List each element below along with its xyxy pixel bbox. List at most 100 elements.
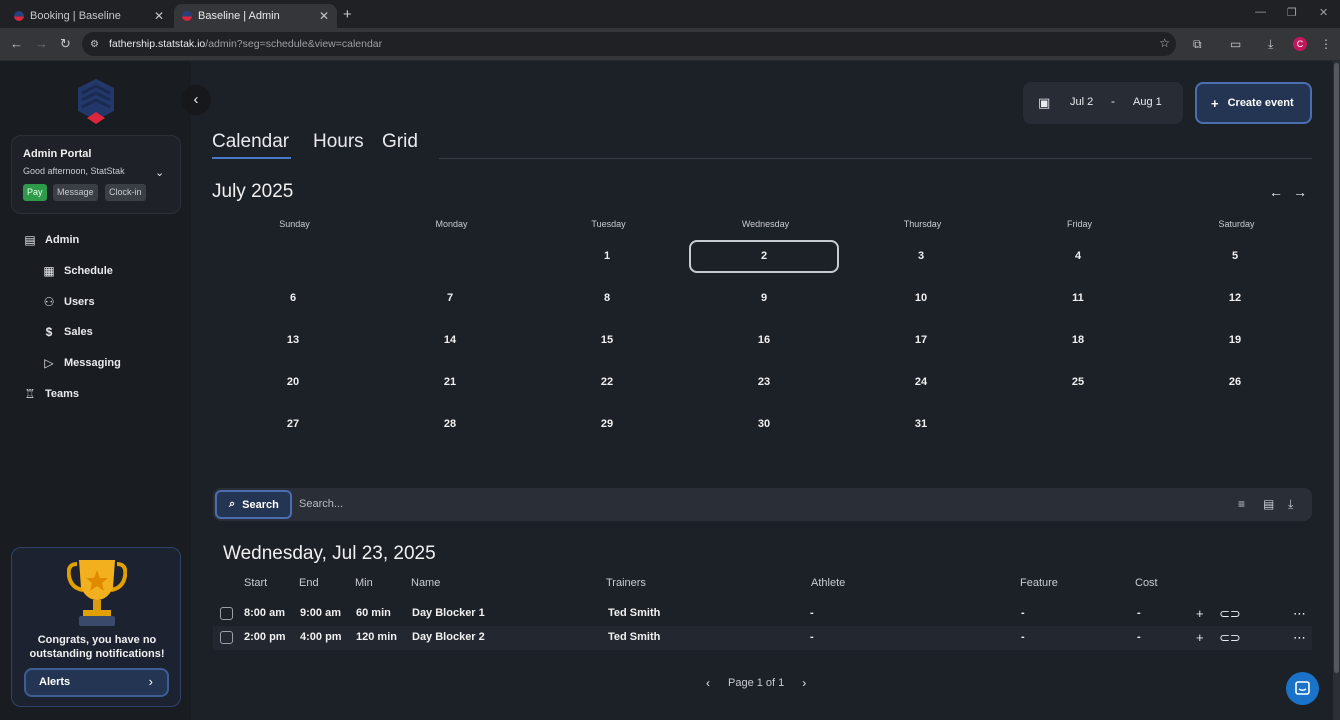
calendar-day[interactable]: 12 bbox=[1160, 282, 1310, 315]
calendar-day[interactable]: 17 bbox=[846, 324, 996, 357]
calendar-day[interactable]: 9 bbox=[689, 282, 839, 315]
add-icon[interactable]: + bbox=[1196, 606, 1204, 621]
link-icon[interactable]: ⊂⊃ bbox=[1219, 606, 1241, 622]
extensions-icon[interactable]: ⧉ bbox=[1193, 37, 1202, 52]
bookmark-star-icon[interactable]: ☆ bbox=[1159, 36, 1170, 50]
calendar-day[interactable]: 10 bbox=[846, 282, 996, 315]
calendar-day[interactable]: 28 bbox=[375, 408, 525, 441]
site-info-icon[interactable]: ⚙ bbox=[90, 39, 99, 50]
month-title: July 2025 bbox=[212, 181, 294, 202]
sidebar-item-users[interactable]: ⚇ Users bbox=[42, 295, 95, 309]
calendar-day[interactable]: 6 bbox=[218, 282, 368, 315]
profile-avatar[interactable]: C bbox=[1293, 37, 1307, 51]
row-checkbox[interactable] bbox=[220, 631, 233, 644]
previous-page-icon[interactable]: ‹ bbox=[706, 676, 710, 690]
sidebar-item-admin[interactable]: ▤ Admin bbox=[23, 233, 79, 247]
download-icon[interactable]: ⤓ bbox=[1288, 497, 1293, 512]
calendar-day[interactable]: 29 bbox=[532, 408, 682, 441]
weekday-header: Sunday bbox=[279, 219, 310, 229]
chevron-down-icon[interactable]: ⌄ bbox=[155, 166, 164, 179]
message-chip[interactable]: Message bbox=[53, 184, 98, 201]
menu-dots-icon[interactable]: ⋮ bbox=[1320, 37, 1332, 51]
sidebar-item-sales[interactable]: $ Sales bbox=[42, 325, 93, 339]
sidebar-item-label: Teams bbox=[45, 388, 80, 400]
forward-icon[interactable]: → bbox=[35, 36, 48, 51]
search-input[interactable] bbox=[299, 494, 1199, 514]
briefcase-icon: ▤ bbox=[24, 233, 36, 247]
trophy-icon bbox=[67, 560, 127, 626]
calendar-day[interactable]: 15 bbox=[532, 324, 682, 357]
scrollbar-thumb[interactable] bbox=[1334, 63, 1339, 673]
calendar-day[interactable]: 4 bbox=[1003, 240, 1153, 273]
restore-icon[interactable]: ❐ bbox=[1287, 6, 1297, 19]
calendar-day[interactable]: 1 bbox=[532, 240, 682, 273]
calendar-day[interactable]: 27 bbox=[218, 408, 368, 441]
calendar-day[interactable]: 19 bbox=[1160, 324, 1310, 357]
date-range-picker[interactable]: ▣ Jul 2 - Aug 1 bbox=[1023, 82, 1183, 124]
portal-title: Admin Portal bbox=[23, 148, 92, 160]
url-host: fathership.statstak.io bbox=[108, 38, 206, 50]
tab-hours[interactable]: Hours bbox=[313, 131, 364, 153]
calendar-day[interactable]: 23 bbox=[689, 366, 839, 399]
clock-in-chip[interactable]: Clock-in bbox=[105, 184, 146, 201]
calendar-day[interactable]: 14 bbox=[375, 324, 525, 357]
alerts-button[interactable]: Alerts › bbox=[24, 668, 169, 697]
close-icon[interactable]: ✕ bbox=[154, 9, 164, 23]
filter-icon[interactable]: ≡ bbox=[1238, 497, 1245, 511]
calendar-day[interactable]: 11 bbox=[1003, 282, 1153, 315]
back-icon[interactable]: ← bbox=[10, 36, 23, 51]
cast-icon[interactable]: ▭ bbox=[1230, 37, 1241, 51]
sidebar-item-messaging[interactable]: ▷ Messaging bbox=[42, 356, 120, 370]
download-icon[interactable]: ⤓ bbox=[1268, 37, 1273, 52]
calendar-day[interactable]: 31 bbox=[846, 408, 996, 441]
link-icon[interactable]: ⊂⊃ bbox=[1219, 630, 1241, 646]
add-icon[interactable]: + bbox=[1196, 630, 1204, 645]
browser-tab-booking[interactable]: Booking | Baseline ✕ bbox=[6, 4, 172, 28]
baseline-favicon-icon bbox=[14, 11, 24, 21]
calendar-day[interactable]: 16 bbox=[689, 324, 839, 357]
previous-month-icon[interactable]: ← bbox=[1269, 184, 1283, 200]
sidebar-item-teams[interactable]: ♖ Teams bbox=[23, 387, 79, 401]
comment-icon[interactable]: ▤ bbox=[1263, 497, 1274, 511]
browser-tab-admin[interactable]: Baseline | Admin ✕ bbox=[174, 4, 337, 28]
tab-calendar[interactable]: Calendar bbox=[212, 131, 289, 153]
calendar-day[interactable]: 18 bbox=[1003, 324, 1153, 357]
calendar-day[interactable]: 8 bbox=[532, 282, 682, 315]
minimize-icon[interactable]: — bbox=[1255, 6, 1266, 18]
next-month-icon[interactable]: → bbox=[1293, 184, 1307, 200]
table-row[interactable]: 8:00 am 9:00 am 60 min Day Blocker 1 Ted… bbox=[213, 602, 1312, 626]
cell-min: 120 min bbox=[356, 631, 397, 643]
url-field[interactable]: ⚙ fathership.statstak.io/admin?seg=sched… bbox=[82, 32, 1176, 56]
calendar-day[interactable]: 5 bbox=[1160, 240, 1310, 273]
search-button[interactable]: ⌕ Search bbox=[215, 490, 292, 519]
calendar-day[interactable]: 7 bbox=[375, 282, 525, 315]
calendar-day[interactable]: 22 bbox=[532, 366, 682, 399]
calendar-day[interactable]: 30 bbox=[689, 408, 839, 441]
calendar-day[interactable]: 3 bbox=[846, 240, 996, 273]
collapse-sidebar-button[interactable]: ‹ bbox=[181, 85, 211, 115]
create-event-button[interactable]: + Create event bbox=[1195, 82, 1312, 124]
close-window-icon[interactable]: ✕ bbox=[1319, 6, 1328, 19]
calendar-day[interactable]: 20 bbox=[218, 366, 368, 399]
new-tab-icon[interactable]: + bbox=[343, 6, 352, 23]
date-to: Aug 1 bbox=[1133, 96, 1162, 108]
calendar-day[interactable]: 2 bbox=[689, 240, 839, 273]
more-options-icon[interactable]: ⋯ bbox=[1293, 630, 1306, 646]
more-options-icon[interactable]: ⋯ bbox=[1293, 606, 1306, 622]
sidebar-item-schedule[interactable]: ▦ Schedule bbox=[42, 264, 113, 278]
admin-portal-card[interactable]: Admin Portal Good afternoon, StatStak ⌄ … bbox=[11, 135, 181, 214]
close-icon[interactable]: ✕ bbox=[319, 9, 329, 23]
pay-chip[interactable]: Pay bbox=[23, 184, 47, 201]
chat-support-button[interactable] bbox=[1286, 672, 1319, 705]
calendar-day[interactable]: 21 bbox=[375, 366, 525, 399]
alerts-label: Alerts bbox=[39, 676, 71, 688]
next-page-icon[interactable]: › bbox=[802, 676, 806, 690]
calendar-day[interactable]: 25 bbox=[1003, 366, 1153, 399]
row-checkbox[interactable] bbox=[220, 607, 233, 620]
calendar-day[interactable]: 24 bbox=[846, 366, 996, 399]
reload-icon[interactable]: ↻ bbox=[60, 36, 71, 52]
calendar-day[interactable]: 26 bbox=[1160, 366, 1310, 399]
calendar-day[interactable]: 13 bbox=[218, 324, 368, 357]
tab-grid[interactable]: Grid bbox=[382, 131, 418, 153]
table-row[interactable]: 2:00 pm 4:00 pm 120 min Day Blocker 2 Te… bbox=[213, 626, 1312, 650]
